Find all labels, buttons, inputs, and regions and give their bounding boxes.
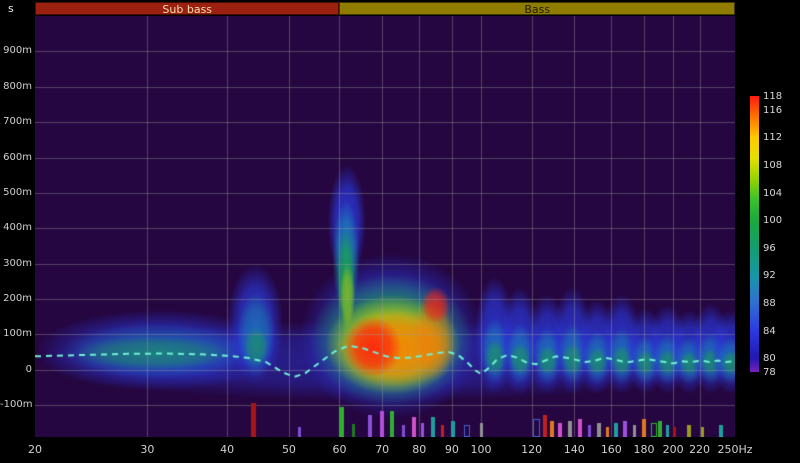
spectrogram-canvas[interactable] [35,16,735,437]
x-tick-label: 30 [140,443,154,456]
colorbar-tick-label: 78 [763,367,776,378]
band-sub-bass: Sub bass [35,2,339,15]
spectrogram-window: s Sub bass Bass 900m 800m 700m 600m 500m 400m… [0,0,800,463]
colorbar-tick-label: 116 [763,105,782,116]
colorbar-tick-label: 100 [763,215,782,226]
y-tick-label: 100m [0,328,32,339]
y-tick-label: 900m [0,45,32,56]
time-axis-unit-label: s [8,2,14,15]
colorbar-tick-label: 118 [763,91,782,102]
x-tick-label: 70 [375,443,389,456]
band-sub-bass-label: Sub bass [162,3,212,16]
colorbar-tick-label: 104 [763,188,782,199]
x-tick-label: 200 [663,443,684,456]
band-bass: Bass [339,2,735,15]
colorbar-tick-label: 112 [763,132,782,143]
x-tick-label: 60 [332,443,346,456]
colorbar-gradient [750,96,759,372]
colorbar-tick-label: 96 [763,243,776,254]
x-tick-label: 180 [633,443,654,456]
y-tick-label: 700m [0,116,32,127]
colorbar-tick-label: 92 [763,270,776,281]
x-tick-label: 80 [412,443,426,456]
y-tick-label: 300m [0,258,32,269]
x-tick-label: 40 [220,443,234,456]
x-tick-label: 20 [28,443,42,456]
x-tick-label: 120 [521,443,542,456]
colorbar-tick-label: 80 [763,353,776,364]
y-tick-label: 600m [0,152,32,163]
x-tick-label: 250Hz [717,443,752,456]
y-tick-label: 800m [0,81,32,92]
x-tick-label: 140 [564,443,585,456]
colorbar-tick-label: 88 [763,298,776,309]
y-tick-label: 400m [0,222,32,233]
y-tick-label: -100m [0,399,32,410]
y-tick-label: 200m [0,293,32,304]
x-tick-label: 220 [689,443,710,456]
x-tick-label: 90 [445,443,459,456]
colorbar-tick-label: 84 [763,326,776,337]
x-tick-label: 160 [601,443,622,456]
band-bass-label: Bass [524,3,550,16]
x-tick-label: 100 [471,443,492,456]
colorbar-tick-label: 108 [763,160,782,171]
y-tick-label: 500m [0,187,32,198]
y-tick-label: 0 [0,364,32,375]
x-tick-label: 50 [282,443,296,456]
